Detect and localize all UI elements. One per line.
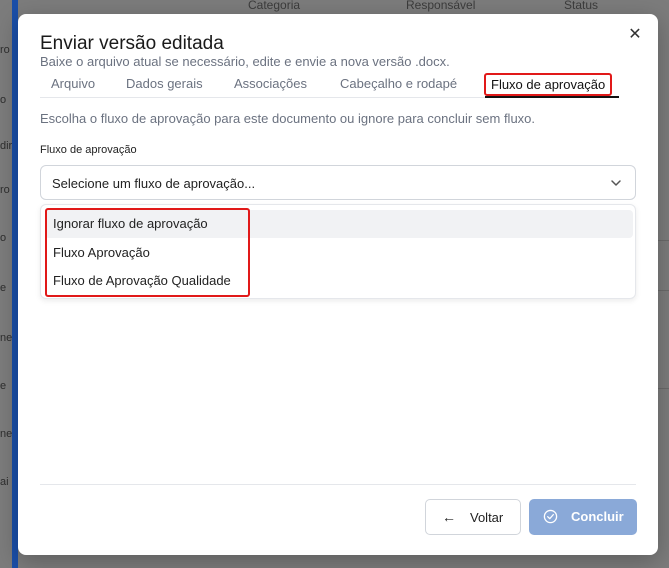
approval-flow-options: Ignorar fluxo de aprovação Fluxo Aprovaç… <box>40 204 636 299</box>
background-text-fragment: e <box>0 282 7 294</box>
helper-text: Escolha o fluxo de aprovação para este d… <box>40 111 536 126</box>
check-circle-icon <box>543 509 558 524</box>
background-text-fragment: ro <box>0 184 10 196</box>
modal-subtitle: Baixe o arquivo atual se necessário, edi… <box>40 54 450 69</box>
close-icon[interactable]: ✕ <box>625 25 645 45</box>
background-text-fragment: o <box>0 94 7 106</box>
tab-bar: Arquivo Dados gerais Associações Cabeçal… <box>40 70 619 98</box>
background-text-fragment: ai <box>0 476 9 488</box>
done-button-label: Concluir <box>571 509 624 524</box>
background-text-fragment: o <box>0 232 7 244</box>
arrow-left-icon: ← <box>442 509 456 525</box>
background-text-fragment: dir <box>0 140 13 152</box>
background-column-header: Categoria <box>248 0 301 12</box>
back-button-label: Voltar <box>470 510 504 525</box>
done-button[interactable]: Concluir <box>529 499 637 535</box>
option-fluxo-aprovacao[interactable]: Fluxo Aprovação <box>45 239 633 267</box>
background-text-fragment: ne <box>0 428 13 440</box>
footer-divider <box>40 484 636 485</box>
tab-fluxo-aprovacao[interactable]: Fluxo de aprovação <box>484 73 613 96</box>
background-text-fragment: ne <box>0 332 13 344</box>
select-placeholder: Selecione um fluxo de aprovação... <box>52 176 256 191</box>
background-text-fragment: ro <box>0 44 10 56</box>
field-label: Fluxo de aprovação <box>40 144 137 156</box>
upload-version-modal: ✕ Enviar versão editada Baixe o arquivo … <box>18 14 658 555</box>
chevron-down-icon <box>611 180 621 186</box>
active-tab-underline <box>485 96 619 98</box>
option-fluxo-aprovacao-qualidade[interactable]: Fluxo de Aprovação Qualidade <box>45 267 633 295</box>
approval-flow-select[interactable]: Selecione um fluxo de aprovação... <box>40 165 636 200</box>
back-button[interactable]: ← Voltar <box>425 499 521 535</box>
tab-associacoes[interactable]: Associações <box>234 76 307 91</box>
background-column-header: Responsável <box>406 0 476 12</box>
background-column-header: Status <box>564 0 599 12</box>
background-text-fragment: e <box>0 380 7 392</box>
option-ignorar-fluxo[interactable]: Ignorar fluxo de aprovação <box>45 210 633 238</box>
tab-arquivo[interactable]: Arquivo <box>51 76 95 91</box>
tab-dados-gerais[interactable]: Dados gerais <box>126 76 203 91</box>
modal-title: Enviar versão editada <box>40 33 224 54</box>
tab-cabecalho-rodape[interactable]: Cabeçalho e rodapé <box>340 76 457 91</box>
